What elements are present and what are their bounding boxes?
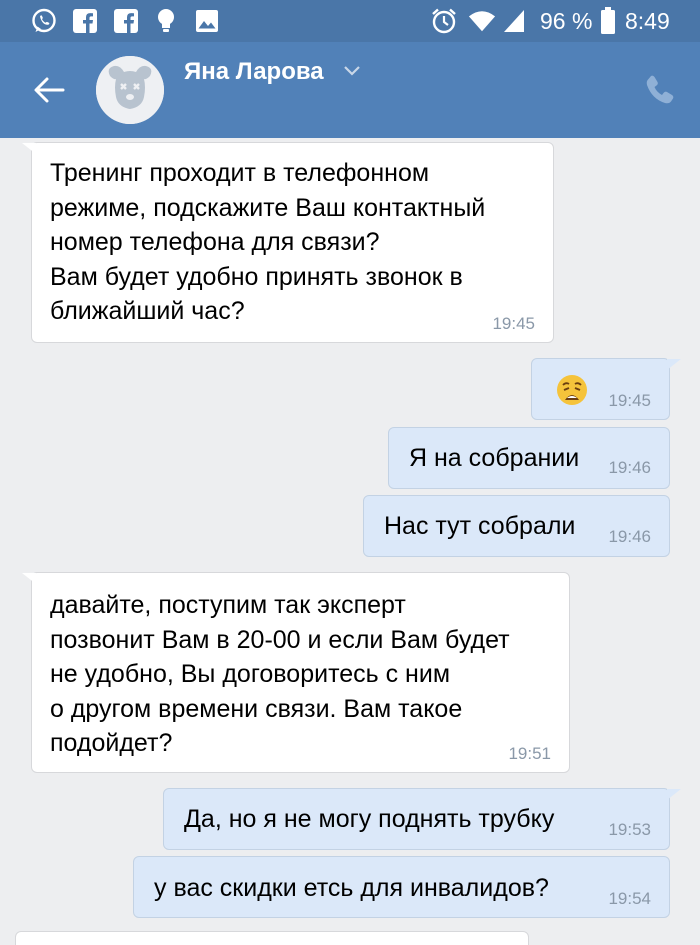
bubble-tail-icon: [667, 359, 681, 370]
message-text: у вас скидки етсь для инвалидов?: [154, 874, 549, 902]
message-text: Вам будет удобно принять звонок в: [50, 262, 463, 291]
bubble-tail-icon: [22, 573, 36, 584]
message-text: режиме, подскажите Ваш контактный: [50, 193, 486, 222]
phone-icon: [646, 75, 674, 104]
message-outgoing[interactable]: Нас тут собрали 19:46: [363, 495, 670, 557]
image-icon: [193, 7, 221, 35]
signal-icon: [500, 7, 528, 35]
chat-header: Яна Ларова: [0, 42, 700, 138]
wifi-icon: [468, 7, 496, 35]
message-text: номер телефона для связи?: [50, 228, 380, 256]
message-time: 19:53: [608, 820, 651, 839]
avatar[interactable]: [96, 56, 164, 124]
facebook-icon: [112, 7, 140, 35]
message-outgoing[interactable]: Да, но я не могу поднять трубку 19:53: [163, 788, 681, 850]
message-text: Я на собрании: [409, 444, 580, 472]
weary-face-emoji-icon: [557, 375, 587, 405]
clock-time: 8:49: [625, 8, 670, 34]
facebook-icon: [71, 7, 99, 35]
message-text: Тренинг проходит в телефонном: [50, 159, 430, 187]
message-text: Да, но я не могу поднять трубку: [184, 805, 555, 833]
message-text: давайте, поступим так эксперт: [50, 591, 406, 619]
message-outgoing[interactable]: Я на собрании 19:46: [388, 427, 670, 489]
back-button[interactable]: [24, 68, 74, 112]
battery-icon: [594, 7, 622, 35]
message-outgoing[interactable]: 19:45: [531, 358, 681, 420]
bubble-tail-icon: [22, 143, 36, 154]
message-time: 19:45: [608, 391, 651, 410]
avatar-dog-icon: [96, 56, 164, 124]
message-incoming-partial[interactable]: [15, 931, 529, 945]
message-outgoing[interactable]: у вас скидки етсь для инвалидов? 19:54: [133, 856, 670, 918]
alarm-icon: [430, 7, 458, 35]
message-text: позвонит Вам в 20-00 и если Вам будет: [50, 625, 510, 654]
message-time: 19:46: [608, 527, 651, 546]
message-text: Нас тут собрали: [384, 512, 576, 540]
contact-name[interactable]: Яна Ларова: [184, 57, 324, 87]
message-time: 19:46: [608, 458, 651, 477]
message-text: ближайший час?: [50, 297, 245, 325]
message-time: 19:54: [608, 889, 651, 908]
status-bar: 96 % 8:49: [0, 0, 700, 42]
bulb-icon: [152, 7, 180, 35]
call-button[interactable]: [640, 70, 678, 108]
battery-percent: 96 %: [540, 8, 593, 34]
message-time: 19:45: [492, 314, 535, 333]
bubble-tail-icon: [667, 789, 681, 800]
message-text: не удобно, Вы договоритесь с ним: [50, 660, 451, 688]
message-text: о другом времени связи. Вам такое: [50, 694, 463, 723]
message-text: подойдет?: [50, 729, 173, 757]
back-arrow-icon: [34, 77, 65, 103]
chevron-down-icon[interactable]: [343, 64, 361, 78]
message-time: 19:51: [508, 744, 551, 763]
message-incoming[interactable]: Тренинг проходит в телефонном режиме, по…: [22, 142, 554, 343]
whatsapp-icon: [30, 7, 58, 35]
message-incoming[interactable]: давайте, поступим так эксперт позвонит В…: [22, 572, 570, 773]
